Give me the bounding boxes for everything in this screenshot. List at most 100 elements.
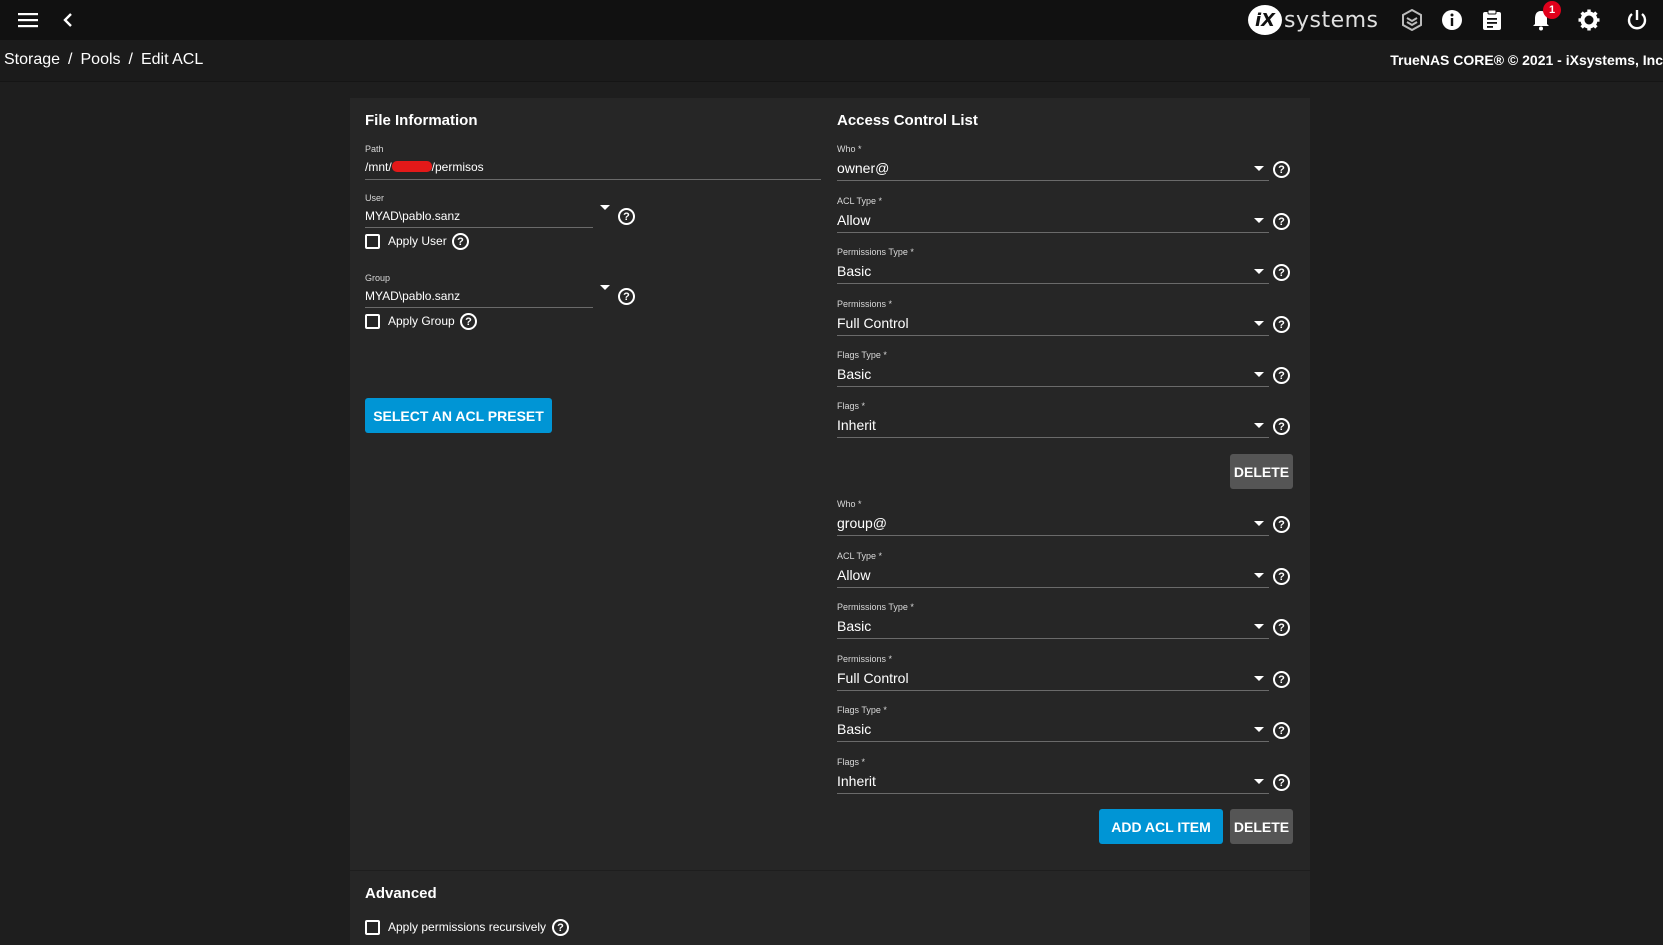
permissions-type-dropdown-icon[interactable]	[1254, 269, 1264, 274]
flags-help-icon[interactable]: ?	[1273, 418, 1290, 435]
add-acl-item-button[interactable]: ADD ACL ITEM	[1099, 809, 1223, 844]
permissions-underline	[837, 335, 1269, 336]
apply-user-checkbox[interactable]	[365, 234, 380, 249]
permissions-select[interactable]: Full Control	[837, 315, 909, 331]
flags-type-select[interactable]: Basic	[837, 721, 871, 737]
acl-type-select[interactable]: Allow	[837, 212, 870, 228]
apply-group-checkbox[interactable]	[365, 314, 380, 329]
logo-mark: iX	[1248, 5, 1282, 35]
permissions-type-dropdown-icon[interactable]	[1254, 624, 1264, 629]
who-underline	[837, 535, 1269, 536]
apply-recursively-help-icon[interactable]: ?	[552, 919, 569, 936]
apply-group-label: Apply Group	[388, 314, 455, 328]
path-suffix: /permisos	[431, 160, 484, 174]
flags-type-underline	[837, 741, 1269, 742]
acl-type-select[interactable]: Allow	[837, 567, 870, 583]
permissions-help-icon[interactable]: ?	[1273, 316, 1290, 333]
permissions-type-select[interactable]: Basic	[837, 263, 871, 279]
permissions-type-help-icon[interactable]: ?	[1273, 619, 1290, 636]
clipboard-icon[interactable]	[1472, 0, 1512, 40]
redacted-mark	[391, 161, 432, 172]
who-label: Who *	[837, 499, 862, 509]
who-select[interactable]: group@	[837, 515, 887, 531]
flags-type-help-icon[interactable]: ?	[1273, 722, 1290, 739]
flags-dropdown-icon[interactable]	[1254, 423, 1264, 428]
who-help-icon[interactable]: ?	[1273, 516, 1290, 533]
path-label: Path	[365, 144, 384, 154]
flags-select[interactable]: Inherit	[837, 773, 876, 789]
acl-type-dropdown-icon[interactable]	[1254, 218, 1264, 223]
breadcrumb: Storage / Pools / Edit ACL	[4, 51, 203, 69]
permissions-label: Permissions *	[837, 654, 893, 664]
who-select[interactable]: owner@	[837, 160, 889, 176]
notification-badge: 1	[1543, 1, 1561, 19]
back-arrow-icon[interactable]	[48, 0, 88, 40]
apply-recursively-checkbox[interactable]	[365, 920, 380, 935]
flags-underline	[837, 437, 1269, 438]
user-dropdown-icon[interactable]	[600, 205, 610, 210]
group-label: Group	[365, 273, 391, 283]
bell-icon[interactable]: 1	[1521, 0, 1561, 40]
who-dropdown-icon[interactable]	[1254, 521, 1264, 526]
flags-type-dropdown-icon[interactable]	[1254, 727, 1264, 732]
permissions-help-icon[interactable]: ?	[1273, 671, 1290, 688]
permissions-label: Permissions *	[837, 299, 893, 309]
who-dropdown-icon[interactable]	[1254, 166, 1264, 171]
group-help-icon[interactable]: ?	[618, 288, 635, 305]
permissions-type-label: Permissions Type *	[837, 602, 914, 612]
select-acl-preset-button[interactable]: SELECT AN ACL PRESET	[365, 398, 552, 433]
acl-type-dropdown-icon[interactable]	[1254, 573, 1264, 578]
who-underline	[837, 180, 1269, 181]
flags-type-help-icon[interactable]: ?	[1273, 367, 1290, 384]
acl-type-underline	[837, 587, 1269, 588]
access-control-list-title: Access Control List	[837, 112, 978, 129]
menu-icon[interactable]	[8, 0, 48, 40]
apply-user-label: Apply User	[388, 234, 447, 248]
permissions-select[interactable]: Full Control	[837, 670, 909, 686]
who-label: Who *	[837, 144, 862, 154]
truecommand-icon[interactable]	[1392, 0, 1432, 40]
flags-type-label: Flags Type *	[837, 705, 887, 715]
apply-user-help-icon[interactable]: ?	[452, 233, 469, 250]
group-underline	[365, 307, 593, 308]
info-icon[interactable]	[1432, 0, 1472, 40]
power-icon[interactable]	[1617, 0, 1657, 40]
acl-type-help-icon[interactable]: ?	[1273, 568, 1290, 585]
acl-type-label: ACL Type *	[837, 196, 883, 206]
permissions-type-label: Permissions Type *	[837, 247, 914, 257]
breadcrumb-pools[interactable]: Pools	[81, 51, 121, 68]
flags-help-icon[interactable]: ?	[1273, 774, 1290, 791]
permissions-dropdown-icon[interactable]	[1254, 321, 1264, 326]
gear-icon[interactable]	[1569, 0, 1609, 40]
edit-acl-card: File Information Path /mnt/ /permisos Use…	[350, 98, 1310, 945]
logo-word: systems	[1284, 7, 1379, 33]
flags-type-select[interactable]: Basic	[837, 366, 871, 382]
flags-dropdown-icon[interactable]	[1254, 779, 1264, 784]
path-value: /mnt/ /permisos	[365, 160, 484, 174]
top-bar: iX systems 1	[0, 0, 1663, 40]
breadcrumb-storage[interactable]: Storage	[4, 51, 60, 68]
permissions-type-select[interactable]: Basic	[837, 618, 871, 634]
ixsystems-logo: iX systems	[1248, 4, 1379, 36]
permissions-dropdown-icon[interactable]	[1254, 676, 1264, 681]
group-select[interactable]: MYAD\pablo.sanz	[365, 289, 460, 303]
user-select[interactable]: MYAD\pablo.sanz	[365, 209, 460, 223]
acl-type-help-icon[interactable]: ?	[1273, 213, 1290, 230]
user-label: User	[365, 193, 385, 203]
breadcrumb-separator: /	[128, 51, 133, 68]
permissions-type-underline	[837, 283, 1269, 284]
permissions-underline	[837, 690, 1269, 691]
flags-select[interactable]: Inherit	[837, 417, 876, 433]
breadcrumb-bar: Storage / Pools / Edit ACL TrueNAS CORE® © 2…	[0, 40, 1663, 82]
flags-type-dropdown-icon[interactable]	[1254, 372, 1264, 377]
flags-type-label: Flags Type *	[837, 350, 887, 360]
apply-group-help-icon[interactable]: ?	[460, 313, 477, 330]
user-help-icon[interactable]: ?	[618, 208, 635, 225]
who-help-icon[interactable]: ?	[1273, 161, 1290, 178]
group-dropdown-icon[interactable]	[600, 285, 610, 290]
permissions-type-help-icon[interactable]: ?	[1273, 264, 1290, 281]
delete-acl-item-button[interactable]: DELETE	[1230, 454, 1293, 489]
apply-recursively-label: Apply permissions recursively	[388, 920, 547, 934]
delete-acl-item-button[interactable]: DELETE	[1230, 809, 1293, 844]
flags-label: Flags *	[837, 401, 866, 411]
